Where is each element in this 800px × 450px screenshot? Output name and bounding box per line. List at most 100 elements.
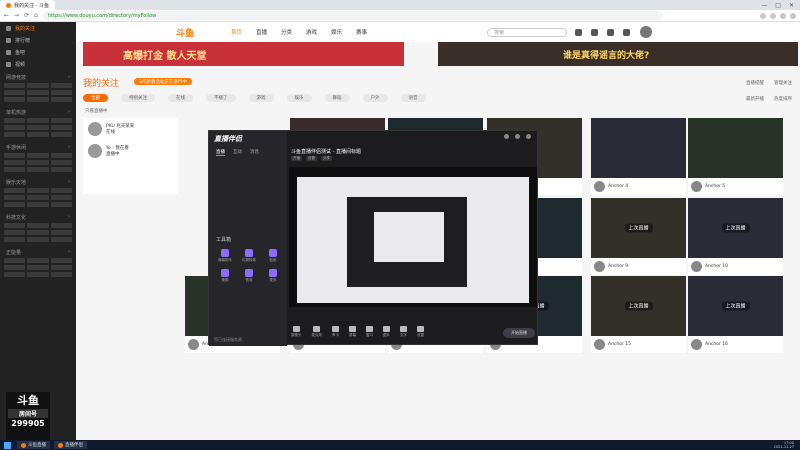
sidebar-category[interactable] (50, 265, 72, 270)
stream-card[interactable]: 上次直播 Anchor 10 (688, 198, 783, 275)
app-tab[interactable]: 消息 (250, 149, 259, 156)
source-button[interactable]: 设置 (417, 326, 424, 338)
sidebar-category[interactable] (27, 125, 49, 130)
sidebar-category[interactable] (27, 118, 49, 123)
tool-item[interactable]: 美颜 (215, 269, 235, 283)
url-field[interactable]: https://www.douyu.com/directory/myFollow (42, 11, 663, 20)
tool-item[interactable]: 弹幕助手 (215, 249, 235, 263)
sidebar-category[interactable] (50, 223, 72, 228)
sidebar-section-title[interactable]: 手游休闲 › (0, 140, 76, 153)
sidebar-category[interactable] (4, 90, 26, 95)
tool-item[interactable]: 礼物特效 (239, 249, 259, 263)
source-button[interactable]: 图片 (383, 326, 390, 338)
nav-item[interactable]: 分类 (281, 28, 292, 36)
filter-chip[interactable]: 全部 (83, 94, 108, 102)
sidebar-category[interactable] (27, 223, 49, 228)
filter-chip[interactable]: 娱乐 (286, 94, 312, 102)
sidebar-category[interactable] (27, 272, 49, 277)
sidebar-category[interactable] (27, 160, 49, 165)
nav-item[interactable]: 游戏 (306, 28, 317, 36)
filter-chip[interactable]: 在线 (168, 94, 193, 102)
stream-thumbnail[interactable]: 上次直播 (688, 198, 783, 258)
filter-chip[interactable]: 语音 (400, 94, 426, 102)
sidebar-category[interactable] (27, 188, 49, 193)
stream-subaction[interactable]: 分享 (321, 156, 332, 161)
sidebar-category[interactable] (4, 160, 26, 165)
filter-chip[interactable]: 户外 (362, 94, 388, 102)
close-icon[interactable]: ✕ (789, 2, 794, 9)
tool-item[interactable]: 更多 (263, 269, 283, 283)
sidebar-category[interactable] (4, 118, 26, 123)
sidebar-category[interactable] (4, 202, 26, 207)
anchor-row[interactable]: Yo - 我在看 直播中 (83, 140, 178, 162)
source-button[interactable]: 摄像头 (291, 326, 302, 338)
streamer-avatar[interactable] (691, 181, 702, 192)
sidebar-category[interactable] (4, 223, 26, 228)
sidebar-category[interactable] (27, 97, 49, 102)
stream-thumbnail[interactable]: 上次直播 (688, 276, 783, 336)
sidebar-category[interactable] (50, 90, 72, 95)
sidebar-category[interactable] (4, 195, 26, 200)
filter-chip[interactable]: 舞蹈 (324, 94, 350, 102)
anchor-row[interactable]: PKU 兆天某某 在线 (83, 118, 178, 140)
sidebar-category[interactable] (4, 258, 26, 263)
download-icon[interactable] (591, 28, 599, 36)
follow-action-link[interactable]: 管理关注 (774, 80, 792, 86)
promo-banner-right[interactable]: 谁是真得谣言的大佬? (438, 42, 798, 66)
stream-subaction[interactable]: 设置 (306, 156, 317, 161)
sidebar-category[interactable] (4, 97, 26, 102)
refresh-icon[interactable]: ⟳ (24, 12, 29, 19)
sidebar-category[interactable] (27, 237, 49, 242)
taskbar-app[interactable]: 斗鱼直播 (17, 441, 50, 449)
nav-item[interactable]: 娱乐 (331, 28, 342, 36)
back-icon[interactable]: ← (4, 12, 9, 19)
stream-thumbnail[interactable] (591, 118, 686, 178)
settings-icon[interactable] (504, 134, 509, 139)
start-stream-button[interactable]: 开始直播 (503, 328, 535, 338)
streamer-avatar[interactable] (691, 339, 702, 350)
streamer-avatar[interactable] (594, 261, 605, 272)
sidebar-category[interactable] (27, 265, 49, 270)
sort-option[interactable]: 热度排序 (774, 96, 792, 102)
sidebar-category[interactable] (27, 167, 49, 172)
stream-card[interactable]: 上次直播 Anchor 15 (591, 276, 686, 353)
event-tag[interactable]: 3月新春活动正在进行中 (134, 78, 192, 85)
sidebar-category[interactable] (27, 132, 49, 137)
source-button[interactable]: 窗口 (366, 326, 373, 338)
windows-start-icon[interactable] (4, 441, 11, 449)
nav-item[interactable]: 直播 (256, 28, 267, 36)
sidebar-category[interactable] (4, 132, 26, 137)
sidebar-category[interactable] (50, 272, 72, 277)
sidebar-category[interactable] (4, 167, 26, 172)
sidebar-section-title[interactable]: 单机热游 › (0, 105, 76, 118)
stream-card[interactable]: Anchor 4 (591, 118, 686, 195)
nav-item[interactable]: 首页 (231, 28, 242, 36)
sidebar-category[interactable] (50, 83, 72, 88)
sidebar-category[interactable] (4, 230, 26, 235)
sidebar-category[interactable] (50, 118, 72, 123)
home-icon[interactable]: ⌂ (34, 12, 38, 19)
sort-option[interactable]: 最新开播 (746, 96, 764, 102)
sidebar-category[interactable] (50, 195, 72, 200)
sidebar-category[interactable] (50, 167, 72, 172)
sidebar-category[interactable] (27, 83, 49, 88)
streamer-avatar[interactable] (594, 339, 605, 350)
maximize-icon[interactable]: □ (775, 2, 781, 9)
filter-chip[interactable]: 特别关注 (121, 94, 155, 102)
sidebar-category[interactable] (27, 258, 49, 263)
sidebar-item[interactable]: 视频 (0, 58, 76, 70)
streamer-avatar[interactable] (594, 181, 605, 192)
sidebar-section-title[interactable]: 娱乐天地 › (0, 175, 76, 188)
sidebar-category[interactable] (50, 258, 72, 263)
nav-item[interactable]: 赛事 (356, 28, 367, 36)
filter-chip[interactable]: 游戏 (248, 94, 274, 102)
chevron-down-icon[interactable]: › (68, 179, 70, 186)
close-icon[interactable] (526, 134, 531, 139)
sidebar-category[interactable] (50, 132, 72, 137)
sidebar-category[interactable] (50, 153, 72, 158)
sidebar-category[interactable] (4, 188, 26, 193)
streamer-avatar[interactable] (691, 261, 702, 272)
stream-thumbnail[interactable]: 上次直播 (591, 198, 686, 258)
menu-icon[interactable] (790, 12, 796, 19)
sidebar-category[interactable] (4, 237, 26, 242)
